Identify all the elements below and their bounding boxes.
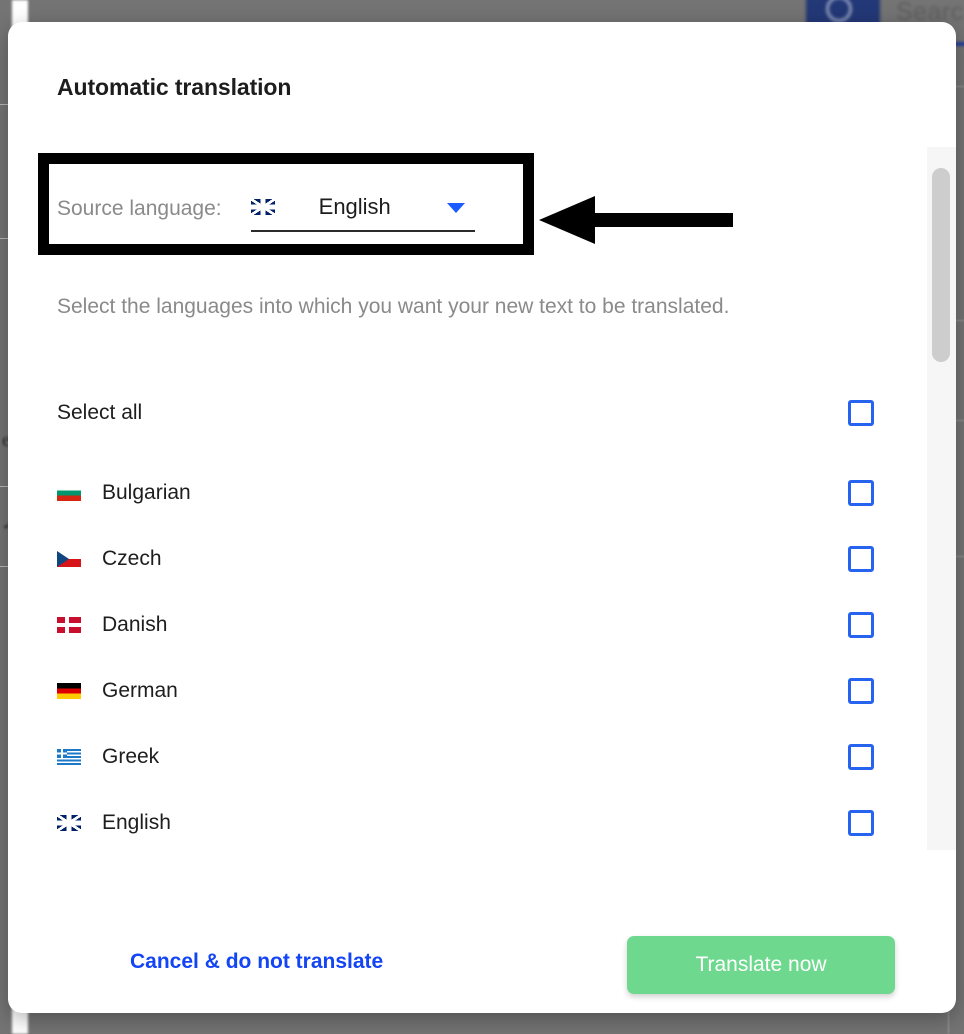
highlight-box-annotation [38,153,534,255]
language-label: Bulgarian [102,481,191,504]
select-all-row[interactable]: Select all [8,390,956,436]
list-scrollbar-thumb[interactable] [932,168,950,362]
language-label: Czech [102,547,162,570]
language-label: Greek [102,745,160,768]
list-item[interactable]: Danish [8,602,956,648]
list-item[interactable]: Greek [8,734,956,780]
list-item[interactable]: German [8,668,956,714]
language-label: Danish [102,613,168,636]
language-checkbox[interactable] [848,612,874,638]
list-item[interactable]: English [8,800,956,846]
flag-cz-icon [57,551,81,567]
language-checkbox[interactable] [848,678,874,704]
flag-bg-icon [57,485,81,501]
language-label: English [102,811,171,834]
dialog-description: Select the languages into which you want… [57,295,730,318]
language-label: German [102,679,178,702]
language-checkbox[interactable] [848,480,874,506]
list-item[interactable]: Bulgarian [8,470,956,516]
language-list: Select all Bulgarian Czech Danish German… [8,382,956,850]
flag-de-icon [57,683,81,699]
select-all-checkbox[interactable] [848,400,874,426]
translate-now-button[interactable]: Translate now [627,936,895,994]
list-item[interactable]: Czech [8,536,956,582]
select-all-label: Select all [57,401,143,424]
flag-gr-icon [57,749,81,765]
automatic-translation-dialog: Automatic translation Source language: E… [8,22,956,1013]
left-arrow-annotation-icon [539,196,733,244]
language-checkbox[interactable] [848,744,874,770]
flag-gb-icon [57,815,81,831]
flag-dk-icon [57,617,81,633]
cancel-button[interactable]: Cancel & do not translate [130,950,383,974]
dialog-title: Automatic translation [57,74,292,100]
language-checkbox[interactable] [848,546,874,572]
language-checkbox[interactable] [848,810,874,836]
